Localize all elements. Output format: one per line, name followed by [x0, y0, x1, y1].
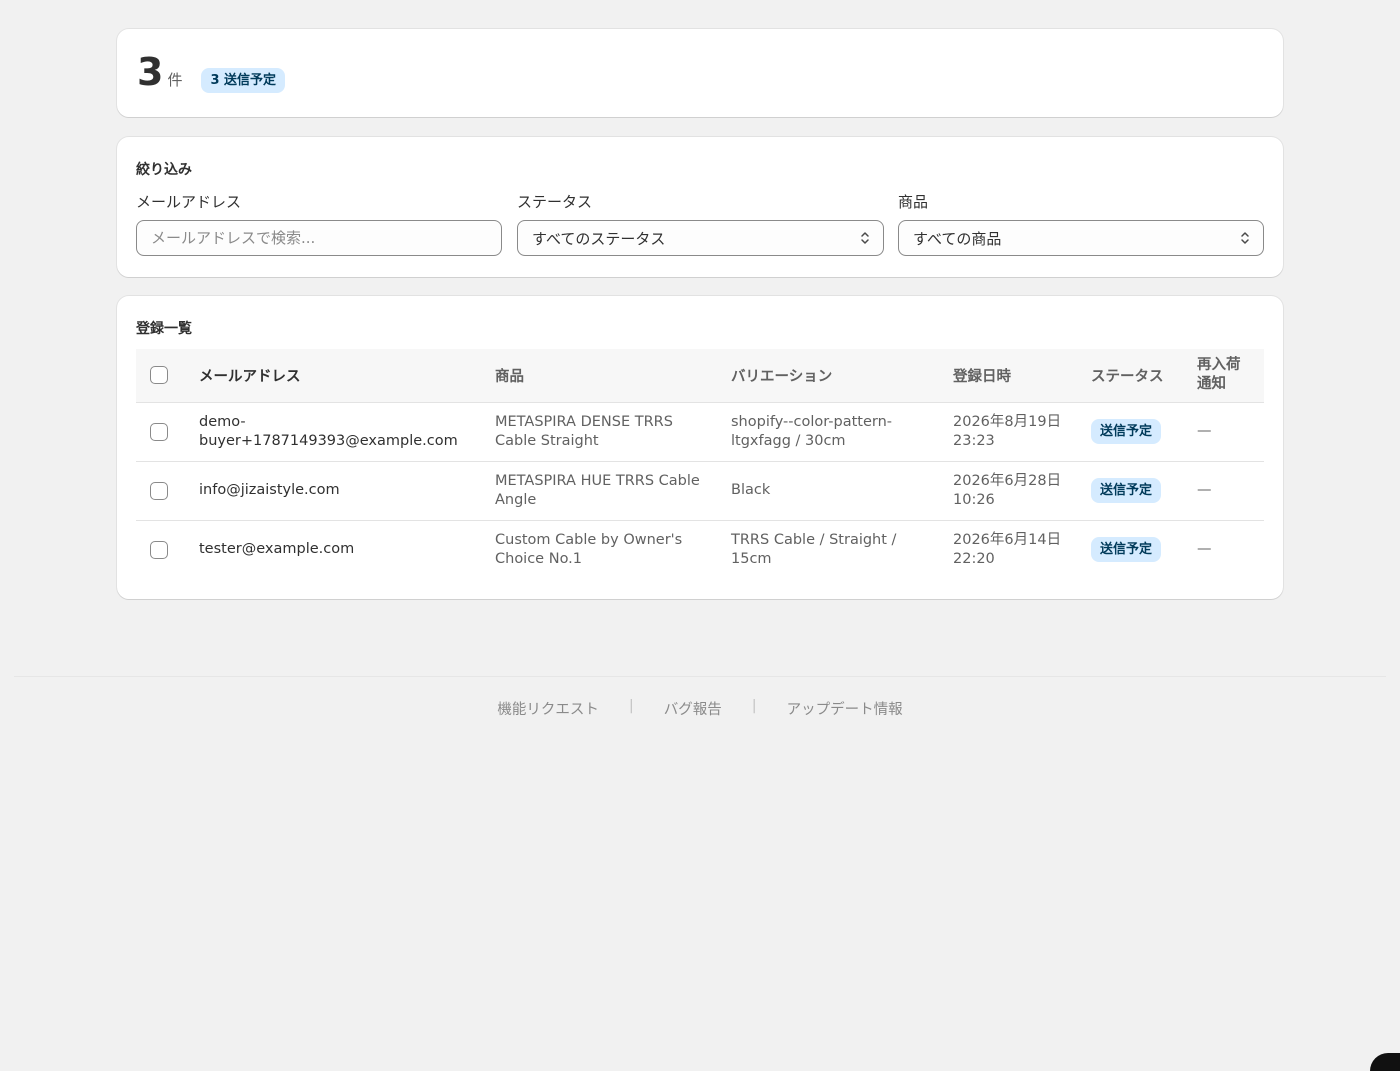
time-line: 22:20 — [953, 550, 995, 567]
total-count: 3 — [137, 50, 164, 94]
variant-cell: Black — [731, 461, 953, 521]
product-line: METASPIRA HUE TRRS Cable — [495, 472, 700, 489]
table-row[interactable]: demo- buyer+1787149393@example.com METAS… — [136, 402, 1264, 462]
table-row[interactable]: tester@example.com Custom Cable by Owner… — [136, 520, 1264, 579]
product-cell: METASPIRA HUE TRRS Cable Angle — [495, 461, 731, 521]
window-corner — [1370, 1053, 1400, 1071]
column-variant: バリエーション — [731, 349, 953, 403]
footer-separator: | — [628, 698, 634, 714]
status-filter: ステータス すべてのステータス — [517, 192, 884, 256]
select-all-cell — [136, 349, 199, 403]
date-cell: 2026年8月19日 23:23 — [953, 402, 1091, 462]
summary-card: 3 件 3 送信予定 — [117, 29, 1283, 117]
restock-cell: — — [1197, 520, 1264, 579]
filter-card: 絞り込み メールアドレス ステータス すべてのステータス 商品 すべての商品 — [117, 137, 1283, 277]
variant-cell: TRRS Cable / Straight / 15cm — [731, 520, 953, 579]
product-select[interactable]: すべての商品 — [898, 220, 1264, 256]
email-line: info@jizaistyle.com — [199, 482, 340, 498]
status-badge: 送信予定 — [1091, 478, 1162, 503]
row-checkbox[interactable] — [150, 481, 168, 500]
status-cell: 送信予定 — [1091, 461, 1197, 521]
status-filter-label: ステータス — [517, 193, 593, 211]
variant-line: TRRS Cable / Straight / — [731, 531, 897, 548]
email-search-field[interactable] — [136, 220, 502, 256]
product-line: Choice No.1 — [495, 550, 583, 567]
select-chevrons-icon — [861, 232, 869, 244]
column-product: 商品 — [495, 349, 731, 403]
column-email: メールアドレス — [199, 349, 495, 403]
table-header-row: メールアドレス 商品 バリエーション 登録日時 ステータス 再入荷 通知 — [136, 349, 1264, 403]
time-line: 23:23 — [953, 432, 995, 449]
status-cell: 送信予定 — [1091, 520, 1197, 579]
email-filter-label: メールアドレス — [136, 193, 242, 211]
feature-request-link[interactable]: 機能リクエスト — [497, 698, 599, 719]
registration-list-card: 登録一覧 メールアドレス 商品 バリエーション 登録日時 ステータス 再入荷 通… — [117, 296, 1283, 599]
status-select-value: すべてのステータス — [532, 229, 666, 248]
time-line: 10:26 — [953, 491, 995, 508]
product-select-value: すべての商品 — [913, 229, 1002, 248]
variant-line: shopify--color-pattern- — [731, 413, 893, 430]
footer-links: 機能リクエスト | バグ報告 | アップデート情報 — [0, 698, 1400, 719]
restock-cell: — — [1197, 402, 1264, 462]
status-badge: 送信予定 — [1091, 537, 1162, 562]
bug-report-link[interactable]: バグ報告 — [664, 698, 722, 719]
updates-link[interactable]: アップデート情報 — [787, 698, 903, 719]
count-unit: 件 — [167, 70, 183, 89]
footer-separator: | — [751, 698, 757, 714]
restock-cell: — — [1197, 461, 1264, 521]
date-line: 2026年6月28日 — [953, 472, 1062, 489]
variant-line: ltgxfagg / 30cm — [731, 432, 846, 449]
footer-divider — [14, 676, 1386, 677]
email-cell: tester@example.com — [199, 520, 495, 579]
column-status: ステータス — [1091, 349, 1197, 403]
status-cell: 送信予定 — [1091, 402, 1197, 462]
variant-line: 15cm — [731, 550, 772, 567]
date-line: 2026年8月19日 — [953, 413, 1062, 430]
product-line: Custom Cable by Owner's — [495, 531, 683, 548]
row-select-cell — [136, 402, 199, 462]
registration-table: メールアドレス 商品 バリエーション 登録日時 ステータス 再入荷 通知 dem… — [136, 349, 1264, 579]
email-line: tester@example.com — [199, 541, 355, 557]
select-chevrons-icon — [1241, 232, 1249, 244]
column-date: 登録日時 — [953, 349, 1091, 403]
date-cell: 2026年6月28日 10:26 — [953, 461, 1091, 521]
status-badge: 送信予定 — [1091, 419, 1162, 444]
page: 3 件 3 送信予定 絞り込み メールアドレス ステータス すべてのステータス … — [0, 0, 1400, 1071]
column-restock: 再入荷 通知 — [1197, 349, 1264, 403]
row-select-cell — [136, 461, 199, 521]
email-line: demo- — [199, 413, 246, 430]
product-filter: 商品 すべての商品 — [898, 192, 1264, 256]
product-filter-label: 商品 — [898, 193, 929, 211]
product-line: METASPIRA DENSE TRRS — [495, 413, 673, 430]
product-line: Cable Straight — [495, 432, 599, 449]
product-cell: Custom Cable by Owner's Choice No.1 — [495, 520, 731, 579]
scheduled-badge: 3 送信予定 — [201, 67, 286, 93]
restock-value: — — [1197, 541, 1212, 557]
select-all-checkbox[interactable] — [150, 366, 168, 385]
table-row[interactable]: info@jizaistyle.com METASPIRA HUE TRRS C… — [136, 461, 1264, 521]
email-filter: メールアドレス — [136, 192, 502, 256]
row-select-cell — [136, 520, 199, 579]
date-line: 2026年6月14日 — [953, 531, 1062, 548]
restock-value: — — [1197, 423, 1212, 439]
row-checkbox[interactable] — [150, 540, 168, 559]
email-line: buyer+1787149393@example.com — [199, 432, 458, 449]
variant-cell: shopify--color-pattern- ltgxfagg / 30cm — [731, 402, 953, 462]
filter-title: 絞り込み — [136, 162, 192, 178]
product-line: Angle — [495, 491, 537, 508]
variant-line: Black — [731, 482, 771, 498]
product-cell: METASPIRA DENSE TRRS Cable Straight — [495, 402, 731, 462]
email-search-input[interactable] — [151, 229, 487, 247]
restock-value: — — [1197, 482, 1212, 498]
status-select[interactable]: すべてのステータス — [517, 220, 884, 256]
list-title: 登録一覧 — [136, 321, 192, 337]
email-cell: info@jizaistyle.com — [199, 461, 495, 521]
date-cell: 2026年6月14日 22:20 — [953, 520, 1091, 579]
email-cell: demo- buyer+1787149393@example.com — [199, 402, 495, 462]
row-checkbox[interactable] — [150, 422, 168, 441]
